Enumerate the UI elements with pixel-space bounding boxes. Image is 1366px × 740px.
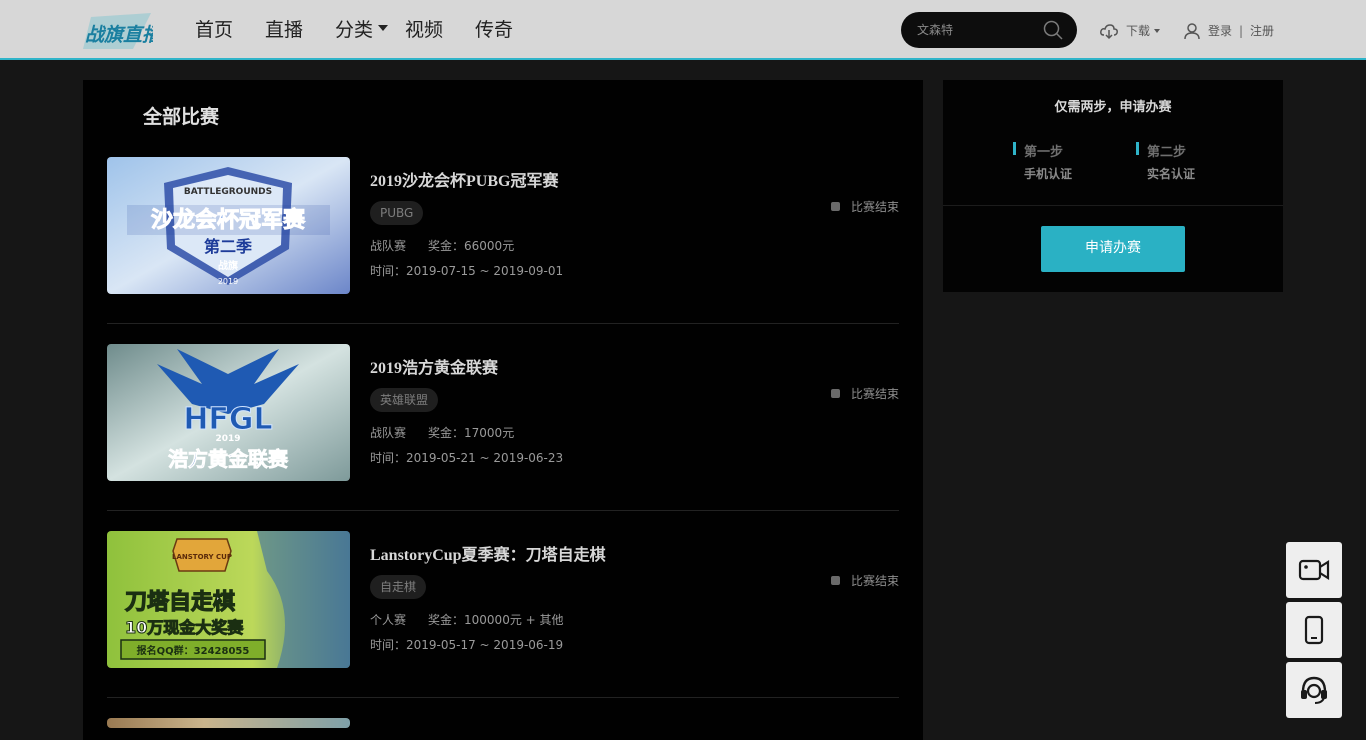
poster-main-text: 沙龙会杯冠军赛 (151, 207, 306, 233)
match-prize: 奖金：66000元 (428, 239, 515, 253)
match-dates: 时间：2019-05-17 ~ 2019-06-19 (370, 638, 564, 652)
game-tag[interactable]: 英雄联盟 (370, 388, 439, 412)
game-tag[interactable]: 自走棋 (370, 575, 427, 599)
user-icon (1184, 23, 1200, 40)
poster-main-text: 刀塔自走棋 (125, 589, 235, 615)
login-link[interactable]: 登录 (1208, 22, 1232, 40)
match-title[interactable]: LanstoryCup夏季赛：刀塔自走棋 (370, 541, 606, 565)
poster-sub-text: 10万现金大奖赛 (125, 618, 244, 637)
search-input[interactable] (917, 21, 1037, 39)
match-type: 个人赛 (370, 613, 407, 627)
status-label: 比赛结束 (850, 387, 899, 401)
nav-live[interactable]: 直播 (265, 0, 303, 58)
status-badge: 比赛结束 (830, 385, 899, 402)
float-mobile-button[interactable] (1286, 602, 1342, 658)
download-menu[interactable]: 下载 (1126, 22, 1161, 40)
match-poster[interactable] (107, 718, 350, 728)
step-marker (1013, 142, 1016, 155)
page-title: 全部比赛 (143, 106, 220, 128)
match-item[interactable]: HFGL 2019 浩方黄金联赛 2019浩方黄金联赛 英雄联盟 战队赛 奖金：1… (107, 344, 899, 481)
nav-video[interactable]: 视频 (405, 0, 443, 58)
poster-badge-text: LANSTORY CUP (172, 553, 232, 561)
divider (107, 323, 899, 324)
step-marker (1136, 142, 1139, 155)
divider (107, 697, 899, 698)
match-type: 战队赛 (370, 426, 407, 440)
poster-main-text: HFGL (183, 402, 272, 437)
status-label: 比赛结束 (850, 200, 899, 214)
status-label: 比赛结束 (850, 574, 899, 588)
register-link[interactable]: 注册 (1250, 22, 1274, 40)
match-type: 战队赛 (370, 239, 407, 253)
status-dot-icon (830, 202, 840, 211)
match-list-panel: 全部比赛 BATTLEGROUNDS 沙龙会杯冠军赛 第二季 战旗 2019 2… (83, 80, 923, 740)
poster-qq-text: 报名QQ群：32428055 (137, 644, 250, 657)
poster-year-text: 2019 (215, 434, 240, 444)
poster-sub-text: 浩方黄金联赛 (168, 447, 289, 471)
search-icon[interactable] (1043, 20, 1063, 40)
poster-brand-text: 战旗 (218, 259, 238, 272)
match-item[interactable]: LANSTORY CUP 刀塔自走棋 10万现金大奖赛 报名QQ群：324280… (107, 531, 899, 668)
download-label: 下载 (1126, 24, 1151, 38)
status-badge: 比赛结束 (830, 198, 899, 215)
match-poster[interactable]: BATTLEGROUNDS 沙龙会杯冠军赛 第二季 战旗 2019 (107, 157, 350, 294)
cloud-download-icon[interactable] (1100, 22, 1118, 40)
match-title[interactable]: 2019沙龙会杯PUBG冠军赛 (370, 167, 558, 191)
status-dot-icon (830, 576, 840, 585)
divider (107, 510, 899, 511)
top-navigation-bar: 战旗直播 首页 直播 分类 视频 传奇 下载 登录 | 注册 (0, 0, 1366, 60)
match-info: 战队赛 奖金：17000元 (370, 424, 536, 441)
game-tag[interactable]: PUBG (370, 201, 424, 225)
camera-icon (1298, 559, 1330, 581)
nav-home[interactable]: 首页 (195, 0, 233, 58)
match-dates: 时间：2019-07-15 ~ 2019-09-01 (370, 264, 564, 278)
poster-year-text: 2019 (218, 277, 238, 286)
nav-legend[interactable]: 传奇 (475, 0, 513, 58)
search-box (901, 12, 1077, 48)
headset-icon (1301, 676, 1327, 704)
match-info: 战队赛 奖金：66000元 (370, 237, 536, 254)
step-title: 第一步 (1024, 145, 1064, 160)
float-camera-button[interactable] (1286, 542, 1342, 598)
apply-panel-title: 仅需两步，申请办赛 (1054, 100, 1172, 115)
poster-sub-text: 第二季 (204, 237, 253, 256)
chevron-down-icon (378, 24, 389, 31)
status-badge: 比赛结束 (830, 572, 899, 589)
match-prize: 奖金：17000元 (428, 426, 515, 440)
apply-event-button[interactable]: 申请办赛 (1041, 226, 1185, 272)
download-caret-icon (1154, 28, 1161, 33)
nav-category[interactable]: 分类 (335, 0, 389, 58)
match-item[interactable] (107, 718, 899, 728)
match-item[interactable]: BATTLEGROUNDS 沙龙会杯冠军赛 第二季 战旗 2019 2019沙龙… (107, 157, 899, 294)
match-prize: 奖金：100000元 + 其他 (428, 613, 564, 627)
match-poster[interactable]: LANSTORY CUP 刀塔自走棋 10万现金大奖赛 报名QQ群：324280… (107, 531, 350, 668)
nav-category-label: 分类 (335, 19, 374, 41)
status-dot-icon (830, 389, 840, 398)
step-desc: 实名认证 (1147, 167, 1196, 181)
step-desc: 手机认证 (1024, 167, 1073, 181)
match-poster[interactable]: HFGL 2019 浩方黄金联赛 (107, 344, 350, 481)
match-info: 个人赛 奖金：100000元 + 其他 (370, 611, 586, 628)
float-support-button[interactable] (1286, 662, 1342, 718)
site-logo[interactable]: 战旗直播 (83, 13, 164, 49)
step-title: 第二步 (1147, 145, 1187, 160)
poster-top-text: BATTLEGROUNDS (184, 187, 272, 197)
apply-panel: 仅需两步，申请办赛 第一步 手机认证 第二步 实名认证 申请办赛 (943, 80, 1283, 292)
match-dates: 时间：2019-05-21 ~ 2019-06-23 (370, 451, 564, 465)
logo-text: 战旗直播 (85, 24, 153, 46)
match-title[interactable]: 2019浩方黄金联赛 (370, 354, 498, 378)
mobile-icon (1304, 615, 1324, 645)
login-register-separator: | (1239, 24, 1244, 38)
divider (943, 205, 1283, 206)
